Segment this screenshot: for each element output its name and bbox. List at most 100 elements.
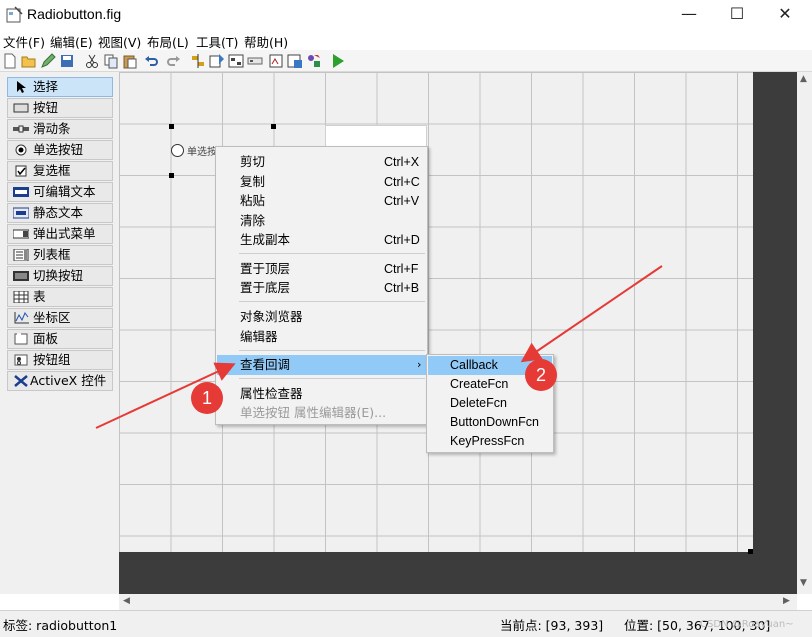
palette-item-activex[interactable]: ActiveX 控件: [7, 371, 113, 391]
scroll-right-icon[interactable]: ▶: [783, 596, 790, 606]
palette-item-button-group[interactable]: 按钮组: [7, 350, 113, 370]
canvas-outside-area: [753, 72, 797, 594]
palette-item-static-text[interactable]: 静态文本: [7, 203, 113, 223]
context-menu-send-to-back[interactable]: 置于底层 Ctrl+B: [217, 278, 427, 298]
palette-item-label: 选择: [33, 79, 59, 94]
scroll-up-icon[interactable]: ▲: [800, 74, 807, 84]
button-group-icon: [14, 354, 28, 366]
paste-icon[interactable]: [122, 53, 138, 69]
palette-item-radio[interactable]: 单选按钮: [7, 140, 113, 160]
submenu-keypressfcn[interactable]: KeyPressFcn: [428, 432, 552, 451]
menu-view[interactable]: 视图(V): [98, 32, 141, 51]
arrow-icon: [17, 81, 26, 93]
context-menu-clear[interactable]: 清除: [217, 211, 427, 231]
context-menu-paste[interactable]: 粘贴 Ctrl+V: [217, 191, 427, 211]
redo-icon[interactable]: [165, 53, 181, 69]
figure-resize-handle[interactable]: [748, 549, 753, 554]
minimize-button[interactable]: —: [666, 0, 712, 30]
save-icon[interactable]: [59, 53, 75, 69]
context-menu: 剪切 Ctrl+X 复制 Ctrl+C 粘贴 Ctrl+V 清除 生成副本 Ctrl+D…: [215, 146, 428, 425]
menu-bar: 文件(F) 编辑(E) 视图(V) 布局(L) 工具(T) 帮助(H): [0, 30, 812, 50]
palette-item-edit-text[interactable]: 可编辑文本: [7, 182, 113, 202]
context-menu-property-inspector[interactable]: 属性检查器: [217, 384, 427, 404]
panel-icon: [14, 333, 28, 345]
context-menu-duplicate[interactable]: 生成副本 Ctrl+D: [217, 230, 427, 250]
horizontal-scrollbar[interactable]: ◀ ▶: [119, 594, 797, 610]
menu-tools[interactable]: 工具(T): [196, 32, 238, 51]
context-menu-bring-to-front[interactable]: 置于顶层 Ctrl+F: [217, 259, 427, 279]
palette-item-label: 滑动条: [33, 121, 71, 136]
palette-item-select[interactable]: 选择: [7, 77, 113, 97]
cut-icon[interactable]: [84, 53, 100, 69]
table-icon: [13, 291, 29, 303]
context-menu-object-browser[interactable]: 对象浏览器: [217, 307, 427, 327]
align-icon[interactable]: [190, 53, 206, 69]
run-icon[interactable]: [330, 53, 346, 69]
toolbar-editor-icon[interactable]: [247, 53, 263, 69]
open-icon[interactable]: [21, 53, 37, 69]
palette-item-table[interactable]: 表: [7, 287, 113, 307]
palette-item-slider[interactable]: 滑动条: [7, 119, 113, 139]
close-button[interactable]: ✕: [762, 0, 808, 30]
toolbar: [0, 50, 812, 72]
mfile-editor-icon[interactable]: [268, 53, 284, 69]
menu-separator: [239, 253, 425, 254]
copy-icon[interactable]: [103, 53, 119, 69]
menu-item-shortcut: Ctrl+D: [384, 233, 420, 247]
context-menu-view-callbacks[interactable]: 查看回调 ›: [217, 355, 427, 375]
palette-item-popup[interactable]: 弹出式菜单: [7, 224, 113, 244]
annotation-badge-2: 2: [525, 359, 557, 391]
object-browser-icon[interactable]: [306, 53, 322, 69]
vertical-scrollbar[interactable]: ▲ ▼: [797, 72, 812, 594]
context-menu-cut[interactable]: 剪切 Ctrl+X: [217, 152, 427, 172]
radio-button-control[interactable]: [171, 144, 184, 157]
palette-item-label: 可编辑文本: [33, 184, 96, 199]
palette-item-toggle[interactable]: 切换按钮: [7, 266, 113, 286]
menu-editor-icon[interactable]: [209, 53, 225, 69]
title-bar: Radiobutton.fig — ☐ ✕: [0, 0, 812, 30]
menu-item-label: 单选按钮 属性编辑器(E)...: [240, 405, 387, 420]
palette-item-label: 面板: [33, 331, 59, 346]
menu-layout[interactable]: 布局(L): [147, 32, 189, 51]
context-menu-editor[interactable]: 编辑器: [217, 327, 427, 347]
maximize-button[interactable]: ☐: [714, 0, 760, 30]
menu-separator: [239, 378, 425, 379]
context-menu-copy[interactable]: 复制 Ctrl+C: [217, 172, 427, 192]
menu-file[interactable]: 文件(F): [3, 32, 45, 51]
palette-item-pushbutton[interactable]: 按钮: [7, 98, 113, 118]
selection-handle[interactable]: [169, 173, 174, 178]
menu-edit[interactable]: 编辑(E): [50, 32, 93, 51]
popup-icon: [13, 229, 29, 239]
tab-order-icon[interactable]: [228, 53, 244, 69]
menu-item-label: 属性检查器: [240, 386, 303, 401]
new-icon[interactable]: [2, 53, 18, 69]
palette-item-label: ActiveX 控件: [30, 373, 107, 388]
slider-icon: [13, 125, 29, 133]
palette-item-axes[interactable]: 坐标区: [7, 308, 113, 328]
menu-item-shortcut: Ctrl+C: [384, 175, 420, 189]
menu-item-label: 生成副本: [240, 232, 291, 247]
property-inspector-icon[interactable]: [287, 53, 303, 69]
scroll-left-icon[interactable]: ◀: [123, 596, 130, 606]
palette-item-label: 按钮: [33, 100, 59, 115]
menu-item-label: 编辑器: [240, 329, 278, 344]
scroll-down-icon[interactable]: ▼: [800, 578, 807, 588]
palette-item-panel[interactable]: 面板: [7, 329, 113, 349]
selection-handle[interactable]: [169, 124, 174, 129]
undo-icon[interactable]: [144, 53, 160, 69]
edit-icon[interactable]: [40, 53, 56, 69]
palette-item-checkbox[interactable]: 复选框: [7, 161, 113, 181]
palette-item-label: 静态文本: [33, 205, 84, 220]
menu-help[interactable]: 帮助(H): [244, 32, 288, 51]
submenu-deletefcn[interactable]: DeleteFcn: [428, 394, 552, 413]
menu-item-shortcut: Ctrl+V: [384, 194, 420, 208]
palette-item-label: 复选框: [33, 163, 71, 178]
axes-icon: [14, 312, 29, 324]
menu-item-label: 复制: [240, 174, 266, 189]
activex-icon: [14, 375, 28, 387]
submenu-buttondownfcn[interactable]: ButtonDownFcn: [428, 413, 552, 432]
palette-item-label: 坐标区: [33, 310, 71, 325]
menu-separator: [239, 301, 425, 302]
palette-item-listbox[interactable]: 列表框: [7, 245, 113, 265]
selection-handle[interactable]: [271, 124, 276, 129]
